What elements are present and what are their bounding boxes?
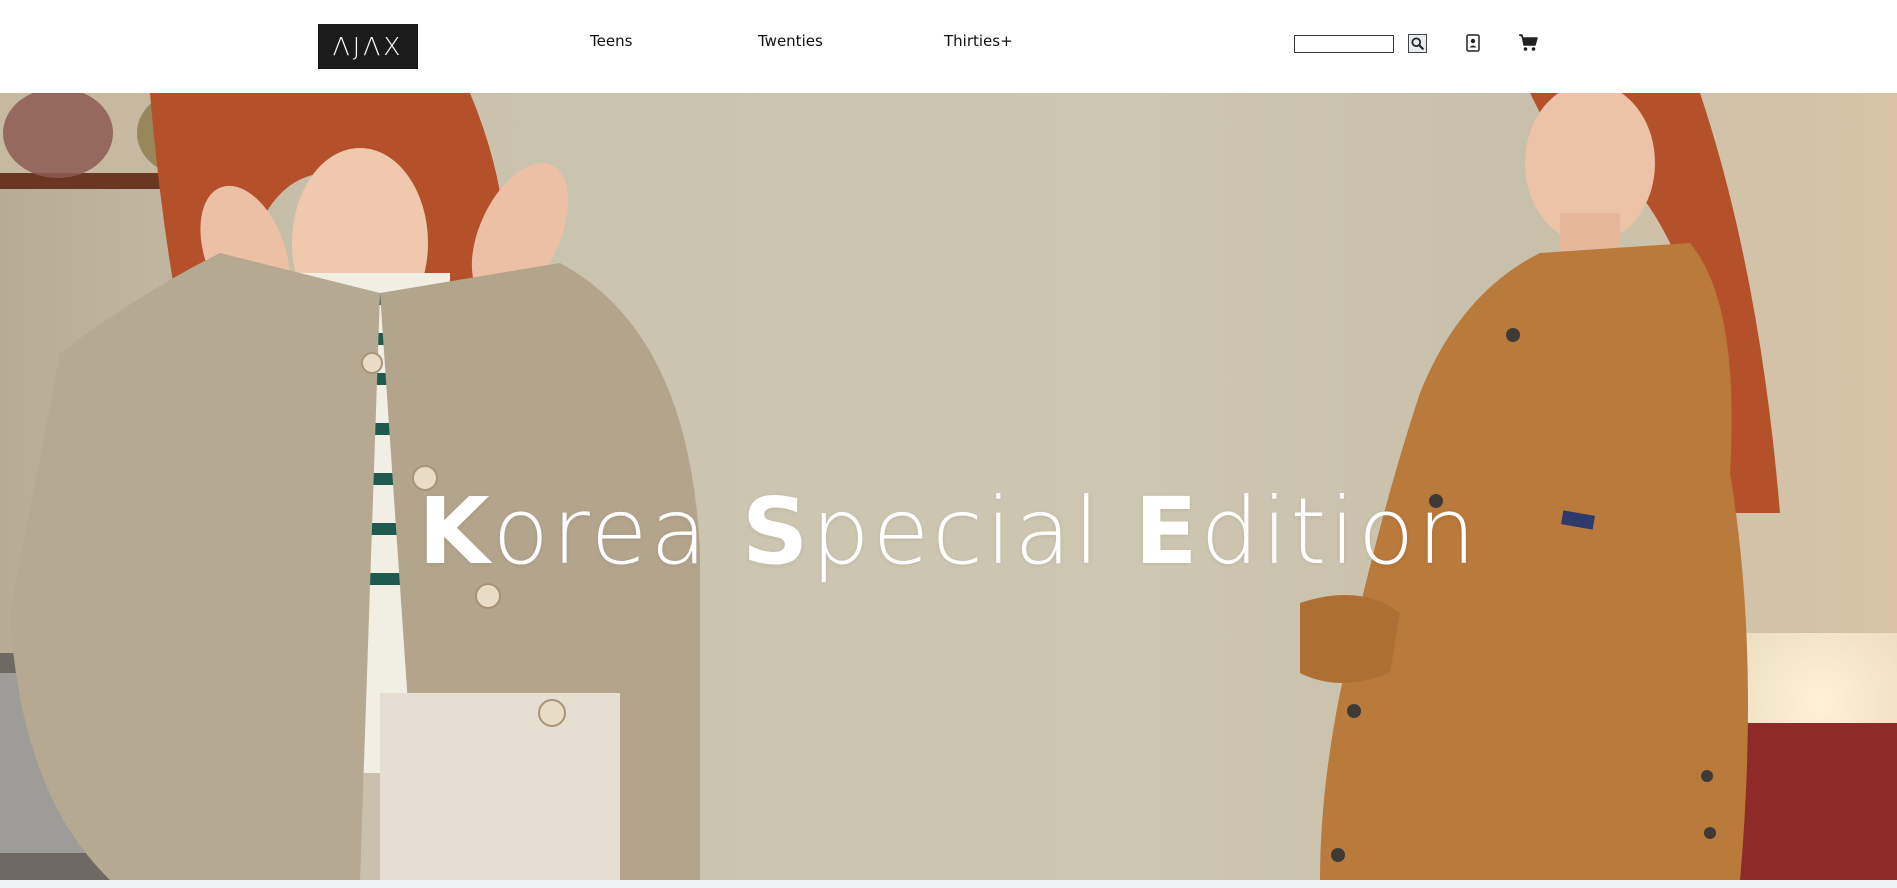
hero-title: Korea Special Edition [0, 478, 1897, 585]
cart-icon[interactable] [1518, 33, 1539, 53]
hero-word-korea: Korea [418, 478, 710, 585]
hero-word-edition: Edition [1134, 478, 1479, 585]
search-button[interactable] [1408, 34, 1427, 53]
hero-word-special: Special [741, 478, 1103, 585]
section-divider [0, 880, 1897, 888]
site-header: ΛJΛX Teens Twenties Thirties+ [0, 0, 1897, 93]
search-input[interactable] [1294, 35, 1394, 53]
user-icon[interactable] [1466, 34, 1480, 52]
brand-logo[interactable]: ΛJΛX [318, 24, 418, 69]
nav-link-thirties[interactable]: Thirties+ [944, 32, 1013, 50]
nav-link-teens[interactable]: Teens [590, 32, 632, 50]
search-icon [1411, 37, 1424, 50]
nav-link-twenties[interactable]: Twenties [758, 32, 823, 50]
hero-banner[interactable]: Korea Special Edition [0, 93, 1897, 880]
